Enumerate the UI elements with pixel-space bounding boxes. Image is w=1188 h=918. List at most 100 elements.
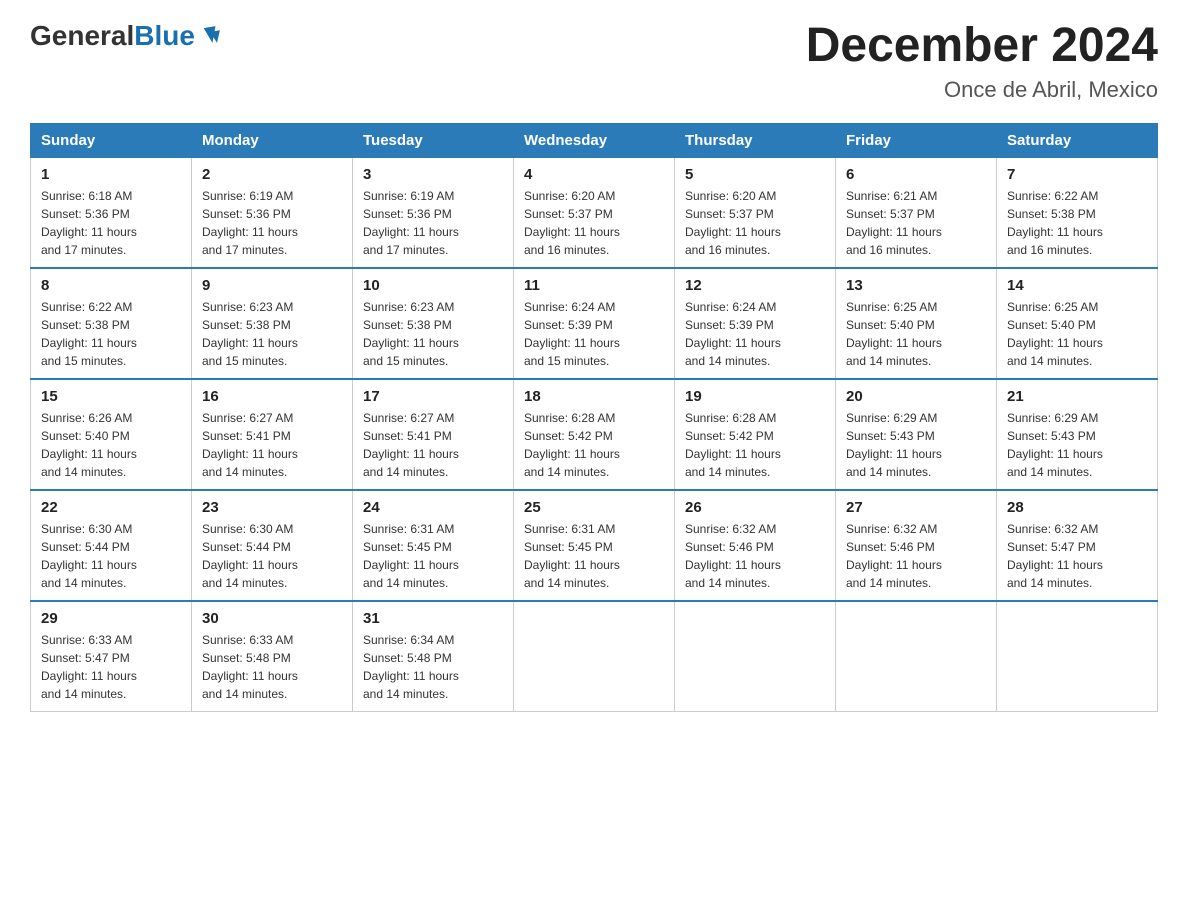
day-number: 19 — [685, 388, 825, 405]
day-number: 12 — [685, 277, 825, 294]
day-info: Sunrise: 6:28 AMSunset: 5:42 PMDaylight:… — [524, 409, 664, 481]
day-number: 22 — [41, 499, 181, 516]
day-number: 25 — [524, 499, 664, 516]
day-number: 5 — [685, 166, 825, 183]
day-info: Sunrise: 6:27 AMSunset: 5:41 PMDaylight:… — [202, 409, 342, 481]
calendar-day-cell: 23Sunrise: 6:30 AMSunset: 5:44 PMDayligh… — [192, 490, 353, 601]
calendar-week-row: 8 Sunrise: 6:22 AMSunset: 5:38 PMDaylight… — [31, 268, 1158, 379]
day-info: Sunrise: 6:18 AMSunset: 5:36 PMDaylight:… — [41, 187, 181, 259]
calendar-day-cell: 3 Sunrise: 6:19 AMSunset: 5:36 PMDaylight… — [353, 157, 514, 268]
calendar-day-cell: 21 Sunrise: 6:29 AMSunset: 5:43 PMDayligh… — [997, 379, 1158, 490]
calendar-day-cell: 13 Sunrise: 6:25 AMSunset: 5:40 PMDayligh… — [836, 268, 997, 379]
calendar-day-cell: 12Sunrise: 6:24 AMSunset: 5:39 PMDayligh… — [675, 268, 836, 379]
calendar-day-cell: 20 Sunrise: 6:29 AMSunset: 5:43 PMDayligh… — [836, 379, 997, 490]
logo-blue-text: Blue — [134, 20, 195, 52]
day-info: Sunrise: 6:29 AMSunset: 5:43 PMDaylight:… — [1007, 409, 1147, 481]
day-number: 26 — [685, 499, 825, 516]
day-info: Sunrise: 6:24 AMSunset: 5:39 PMDaylight:… — [524, 298, 664, 370]
day-number: 3 — [363, 166, 503, 183]
calendar-week-row: 29Sunrise: 6:33 AMSunset: 5:47 PMDayligh… — [31, 601, 1158, 712]
day-number: 30 — [202, 610, 342, 627]
calendar-week-row: 1 Sunrise: 6:18 AMSunset: 5:36 PMDaylight… — [31, 157, 1158, 268]
day-info: Sunrise: 6:23 AMSunset: 5:38 PMDaylight:… — [363, 298, 503, 370]
calendar-day-cell: 27 Sunrise: 6:32 AMSunset: 5:46 PMDayligh… — [836, 490, 997, 601]
day-info: Sunrise: 6:23 AMSunset: 5:38 PMDaylight:… — [202, 298, 342, 370]
day-info: Sunrise: 6:21 AMSunset: 5:37 PMDaylight:… — [846, 187, 986, 259]
calendar-weekday-header: Wednesday — [514, 123, 675, 157]
calendar-day-cell: 28 Sunrise: 6:32 AMSunset: 5:47 PMDayligh… — [997, 490, 1158, 601]
calendar-day-cell: 18 Sunrise: 6:28 AMSunset: 5:42 PMDayligh… — [514, 379, 675, 490]
calendar-weekday-header: Friday — [836, 123, 997, 157]
calendar-weekday-header: Sunday — [31, 123, 192, 157]
calendar-day-cell: 8 Sunrise: 6:22 AMSunset: 5:38 PMDaylight… — [31, 268, 192, 379]
day-number: 29 — [41, 610, 181, 627]
day-number: 21 — [1007, 388, 1147, 405]
calendar-day-cell — [675, 601, 836, 712]
day-info: Sunrise: 6:28 AMSunset: 5:42 PMDaylight:… — [685, 409, 825, 481]
day-info: Sunrise: 6:32 AMSunset: 5:46 PMDaylight:… — [846, 520, 986, 592]
day-number: 31 — [363, 610, 503, 627]
day-info: Sunrise: 6:33 AMSunset: 5:48 PMDaylight:… — [202, 631, 342, 703]
day-number: 11 — [524, 277, 664, 294]
day-number: 27 — [846, 499, 986, 516]
logo: General Blue — [30, 20, 225, 52]
day-number: 1 — [41, 166, 181, 183]
day-number: 8 — [41, 277, 181, 294]
calendar-day-cell: 15 Sunrise: 6:26 AMSunset: 5:40 PMDayligh… — [31, 379, 192, 490]
day-number: 20 — [846, 388, 986, 405]
day-number: 17 — [363, 388, 503, 405]
calendar-day-cell: 16Sunrise: 6:27 AMSunset: 5:41 PMDayligh… — [192, 379, 353, 490]
calendar-table: SundayMondayTuesdayWednesdayThursdayFrid… — [30, 123, 1158, 712]
calendar-day-cell: 1 Sunrise: 6:18 AMSunset: 5:36 PMDaylight… — [31, 157, 192, 268]
day-info: Sunrise: 6:22 AMSunset: 5:38 PMDaylight:… — [1007, 187, 1147, 259]
day-info: Sunrise: 6:30 AMSunset: 5:44 PMDaylight:… — [41, 520, 181, 592]
day-number: 15 — [41, 388, 181, 405]
logo-blue-part: Blue — [134, 20, 225, 52]
day-info: Sunrise: 6:19 AMSunset: 5:36 PMDaylight:… — [363, 187, 503, 259]
logo-general-text: General — [30, 20, 134, 52]
day-info: Sunrise: 6:22 AMSunset: 5:38 PMDaylight:… — [41, 298, 181, 370]
day-number: 28 — [1007, 499, 1147, 516]
calendar-day-cell: 22 Sunrise: 6:30 AMSunset: 5:44 PMDayligh… — [31, 490, 192, 601]
month-title: December 2024 — [806, 20, 1158, 73]
day-info: Sunrise: 6:20 AMSunset: 5:37 PMDaylight:… — [685, 187, 825, 259]
day-info: Sunrise: 6:31 AMSunset: 5:45 PMDaylight:… — [524, 520, 664, 592]
day-number: 13 — [846, 277, 986, 294]
day-number: 9 — [202, 277, 342, 294]
day-info: Sunrise: 6:26 AMSunset: 5:40 PMDaylight:… — [41, 409, 181, 481]
day-number: 6 — [846, 166, 986, 183]
day-number: 23 — [202, 499, 342, 516]
calendar-day-cell — [836, 601, 997, 712]
day-info: Sunrise: 6:31 AMSunset: 5:45 PMDaylight:… — [363, 520, 503, 592]
calendar-day-cell: 19 Sunrise: 6:28 AMSunset: 5:42 PMDayligh… — [675, 379, 836, 490]
calendar-day-cell: 30 Sunrise: 6:33 AMSunset: 5:48 PMDayligh… — [192, 601, 353, 712]
page-header: General Blue December 2024 Once de Abril… — [30, 20, 1158, 103]
calendar-day-cell: 14Sunrise: 6:25 AMSunset: 5:40 PMDayligh… — [997, 268, 1158, 379]
calendar-day-cell: 10 Sunrise: 6:23 AMSunset: 5:38 PMDayligh… — [353, 268, 514, 379]
calendar-day-cell: 7 Sunrise: 6:22 AMSunset: 5:38 PMDaylight… — [997, 157, 1158, 268]
calendar-weekday-header: Tuesday — [353, 123, 514, 157]
day-number: 7 — [1007, 166, 1147, 183]
day-info: Sunrise: 6:32 AMSunset: 5:46 PMDaylight:… — [685, 520, 825, 592]
calendar-day-cell: 2Sunrise: 6:19 AMSunset: 5:36 PMDaylight… — [192, 157, 353, 268]
day-info: Sunrise: 6:20 AMSunset: 5:37 PMDaylight:… — [524, 187, 664, 259]
day-number: 10 — [363, 277, 503, 294]
calendar-weekday-header: Saturday — [997, 123, 1158, 157]
calendar-day-cell: 11 Sunrise: 6:24 AMSunset: 5:39 PMDayligh… — [514, 268, 675, 379]
calendar-day-cell: 24Sunrise: 6:31 AMSunset: 5:45 PMDayligh… — [353, 490, 514, 601]
day-info: Sunrise: 6:25 AMSunset: 5:40 PMDaylight:… — [846, 298, 986, 370]
day-number: 18 — [524, 388, 664, 405]
calendar-weekday-header: Thursday — [675, 123, 836, 157]
calendar-week-row: 15 Sunrise: 6:26 AMSunset: 5:40 PMDayligh… — [31, 379, 1158, 490]
calendar-day-cell: 29Sunrise: 6:33 AMSunset: 5:47 PMDayligh… — [31, 601, 192, 712]
location-title: Once de Abril, Mexico — [806, 77, 1158, 103]
day-info: Sunrise: 6:32 AMSunset: 5:47 PMDaylight:… — [1007, 520, 1147, 592]
day-info: Sunrise: 6:19 AMSunset: 5:36 PMDaylight:… — [202, 187, 342, 259]
calendar-day-cell: 4Sunrise: 6:20 AMSunset: 5:37 PMDaylight… — [514, 157, 675, 268]
calendar-day-cell: 6 Sunrise: 6:21 AMSunset: 5:37 PMDaylight… — [836, 157, 997, 268]
day-info: Sunrise: 6:29 AMSunset: 5:43 PMDaylight:… — [846, 409, 986, 481]
calendar-header-row: SundayMondayTuesdayWednesdayThursdayFrid… — [31, 123, 1158, 157]
day-info: Sunrise: 6:34 AMSunset: 5:48 PMDaylight:… — [363, 631, 503, 703]
calendar-day-cell: 31 Sunrise: 6:34 AMSunset: 5:48 PMDayligh… — [353, 601, 514, 712]
calendar-day-cell — [997, 601, 1158, 712]
